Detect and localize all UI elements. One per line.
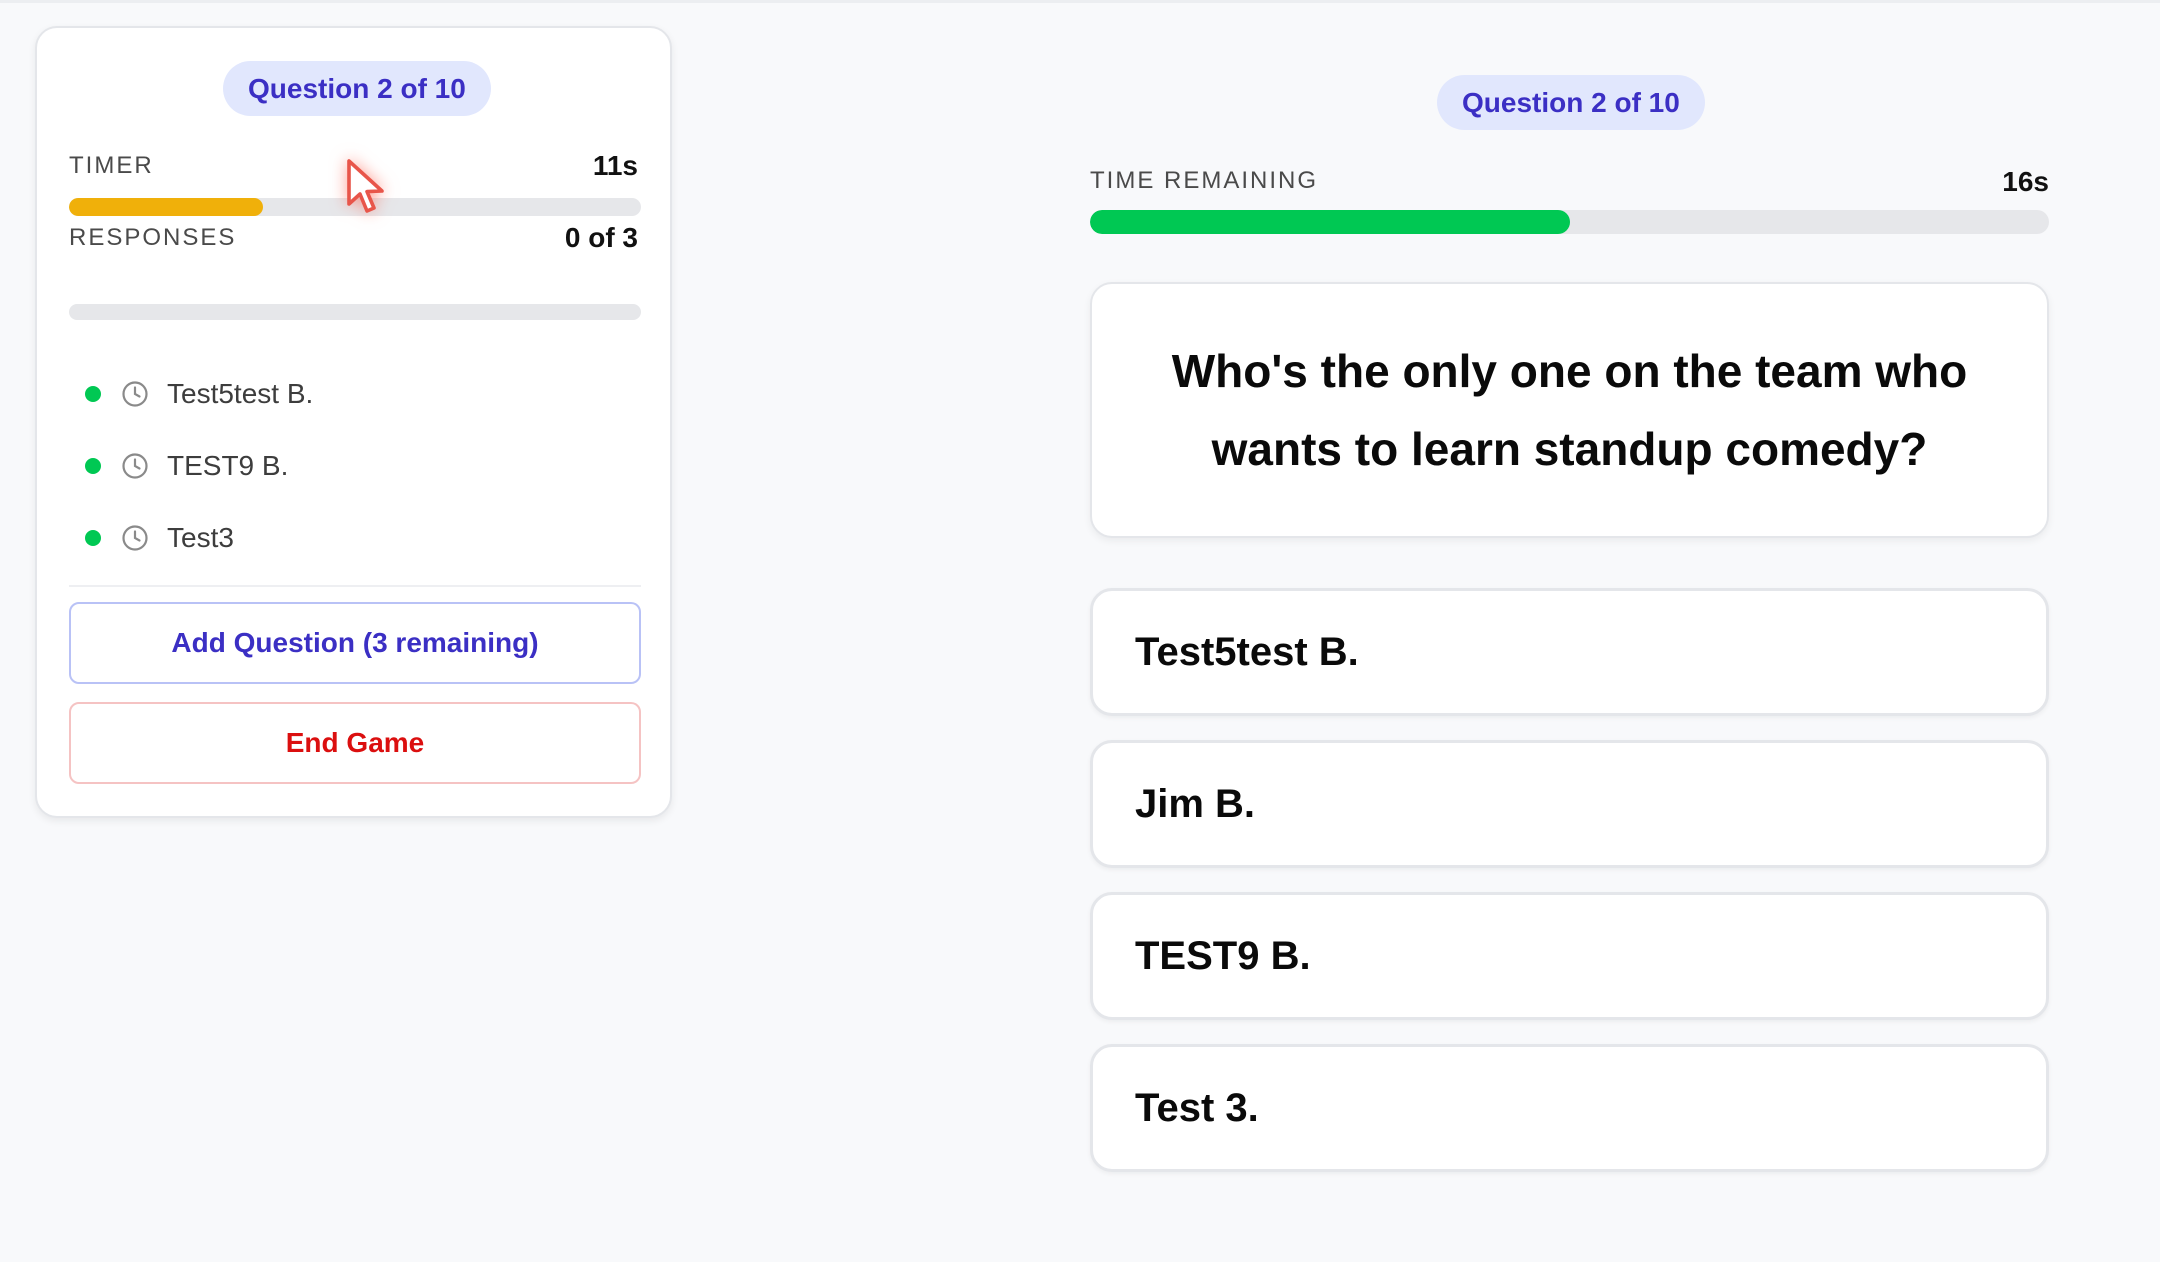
mouse-cursor-icon bbox=[347, 159, 384, 213]
time-remaining-track bbox=[1090, 210, 2049, 234]
player-response-list: Test5test B. TEST9 B. Test3 bbox=[69, 358, 641, 574]
player-row: Test3 bbox=[69, 502, 641, 574]
answer-label: Jim B. bbox=[1135, 781, 1256, 826]
top-border bbox=[0, 0, 2160, 3]
add-question-button[interactable]: Add Question (3 remaining) bbox=[69, 602, 641, 684]
timer-progress-fill bbox=[69, 198, 264, 216]
divider bbox=[69, 585, 641, 587]
answer-label: Test 3. bbox=[1135, 1085, 1259, 1130]
player-row: Test5test B. bbox=[69, 358, 641, 430]
clock-icon bbox=[122, 525, 148, 551]
responses-progress-track bbox=[69, 304, 641, 320]
timer-label: TIMER bbox=[69, 152, 154, 179]
time-remaining-fill bbox=[1090, 210, 1570, 234]
player-name: Test5test B. bbox=[167, 378, 314, 409]
online-status-dot bbox=[85, 458, 101, 474]
answer-option[interactable]: Test 3. bbox=[1090, 1044, 2049, 1172]
online-status-dot bbox=[85, 386, 101, 402]
clock-icon bbox=[122, 453, 148, 479]
answer-option[interactable]: TEST9 B. bbox=[1090, 892, 2049, 1020]
question-text: Who's the only one on the team who wants… bbox=[1171, 345, 1968, 475]
end-game-button[interactable]: End Game bbox=[69, 702, 641, 784]
responses-value: 0 of 3 bbox=[564, 222, 638, 253]
question-card: Who's the only one on the team who wants… bbox=[1090, 282, 2049, 538]
question-counter-badge: Question 2 of 10 bbox=[1437, 75, 1705, 130]
answer-option[interactable]: Test5test B. bbox=[1090, 588, 2049, 716]
responses-label: RESPONSES bbox=[69, 224, 237, 251]
player-name: Test3 bbox=[167, 522, 234, 553]
time-remaining-value: 16s bbox=[2002, 166, 2049, 197]
question-counter-badge: Question 2 of 10 bbox=[223, 61, 491, 116]
player-row: TEST9 B. bbox=[69, 430, 641, 502]
clock-icon bbox=[122, 381, 148, 407]
answer-label: Test5test B. bbox=[1135, 629, 1359, 674]
host-control-panel: Question 2 of 10 TIMER 11s RESPONSES 0 o… bbox=[35, 26, 672, 818]
answer-option[interactable]: Jim B. bbox=[1090, 740, 2049, 868]
timer-value: 11s bbox=[592, 150, 638, 181]
player-name: TEST9 B. bbox=[167, 450, 289, 481]
online-status-dot bbox=[85, 530, 101, 546]
time-remaining-label: TIME REMAINING bbox=[1090, 167, 1319, 194]
answer-label: TEST9 B. bbox=[1135, 933, 1311, 978]
